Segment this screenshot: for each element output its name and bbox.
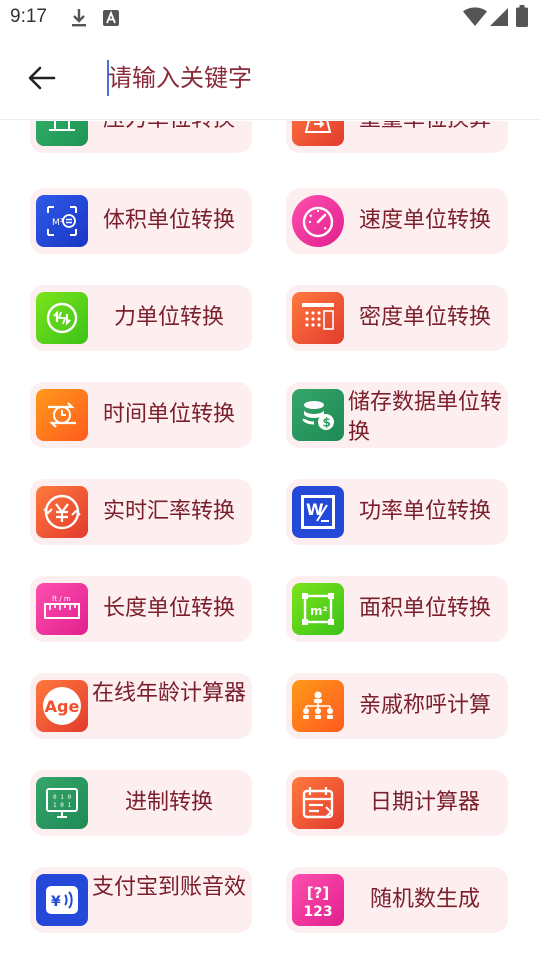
- calendar-icon: [292, 777, 344, 829]
- tool-card-area[interactable]: m² 面积单位转换: [286, 576, 508, 642]
- text-cursor: [107, 60, 109, 96]
- status-time: 9:17: [10, 6, 47, 27]
- tool-card-density[interactable]: 密度单位转换: [286, 285, 508, 351]
- database-coin-icon: $: [292, 389, 344, 441]
- tool-card-relatives[interactable]: 亲戚称呼计算: [286, 673, 508, 739]
- svg-text:ft / m: ft / m: [52, 595, 71, 603]
- tool-card-alipay[interactable]: ¥ 支付宝到账音效: [30, 867, 252, 933]
- status-bar: 9:17: [0, 0, 540, 36]
- tool-label: 随机数生成: [369, 887, 480, 912]
- tool-card-random[interactable]: [?] 123 随机数生成: [286, 867, 508, 933]
- tool-label: 亲戚称呼计算: [358, 693, 491, 718]
- tool-card-weight[interactable]: 重量单位换算: [286, 121, 508, 153]
- force-icon: [36, 292, 88, 344]
- svg-text:1 0 1: 1 0 1: [53, 802, 71, 809]
- tool-label: 储存数据单位转换: [348, 390, 502, 445]
- back-button[interactable]: [20, 58, 64, 98]
- font-a-icon: [103, 10, 119, 30]
- battery-icon: [516, 5, 528, 31]
- svg-text:Age: Age: [45, 697, 80, 716]
- tool-label: 在线年龄计算器: [92, 681, 246, 706]
- tool-card-pressure[interactable]: 压力单位转换: [30, 121, 252, 153]
- tool-label: 体积单位转换: [102, 208, 235, 233]
- tool-label: 日期计算器: [369, 790, 480, 815]
- pressure-gauge-icon: [36, 121, 88, 146]
- tool-card-power[interactable]: W 功率单位转换: [286, 479, 508, 545]
- tool-label: 时间单位转换: [102, 402, 235, 427]
- tool-list[interactable]: 压力单位转换 重量单位换算 M³ 体积单位转换 速度单位转换 力单: [0, 121, 540, 960]
- tool-label: 实时汇率转换: [102, 499, 235, 524]
- svg-text:0 1 0: 0 1 0: [53, 794, 71, 801]
- tool-card-base-convert[interactable]: 0 1 01 0 1 进制转换: [30, 770, 252, 836]
- svg-text:[?]: [?]: [307, 884, 329, 902]
- arrow-left-icon: [28, 66, 56, 90]
- tool-label: 重量单位换算: [348, 121, 502, 153]
- density-grid-icon: [292, 292, 344, 344]
- tool-label: 支付宝到账音效: [92, 875, 246, 900]
- tool-label: 密度单位转换: [358, 305, 491, 330]
- binary-monitor-icon: 0 1 01 0 1: [36, 777, 88, 829]
- tool-label: 面积单位转换: [358, 596, 491, 621]
- clock-exchange-icon: [36, 389, 88, 441]
- svg-text:m²: m²: [310, 604, 328, 618]
- speedometer-icon: [292, 195, 344, 247]
- tool-card-force[interactable]: 力单位转换: [30, 285, 252, 351]
- tool-label: 进制转换: [124, 790, 213, 815]
- random-number-icon: [?] 123: [292, 874, 344, 926]
- tool-card-storage[interactable]: $ 储存数据单位转换: [286, 382, 508, 448]
- tool-label: 速度单位转换: [358, 208, 491, 233]
- weight-scale-icon: [292, 121, 344, 146]
- download-icon: [70, 8, 88, 32]
- svg-text:123: 123: [303, 904, 332, 920]
- wifi-icon: [463, 7, 487, 31]
- tool-card-exchange-rate[interactable]: 实时汇率转换: [30, 479, 252, 545]
- area-square-icon: m²: [292, 583, 344, 635]
- tool-card-age[interactable]: Age 在线年龄计算器: [30, 673, 252, 739]
- signal-icon: [489, 7, 509, 31]
- tool-card-time[interactable]: 时间单位转换: [30, 382, 252, 448]
- tool-label: 压力单位转换: [92, 121, 246, 153]
- age-icon: Age: [36, 680, 88, 732]
- volume-cube-icon: M³: [36, 195, 88, 247]
- alipay-sound-icon: ¥: [36, 874, 88, 926]
- search-input[interactable]: [108, 58, 508, 98]
- tool-card-speed[interactable]: 速度单位转换: [286, 188, 508, 254]
- tool-label: 长度单位转换: [102, 596, 235, 621]
- svg-text:W: W: [306, 500, 324, 519]
- svg-text:¥: ¥: [51, 894, 61, 910]
- ruler-icon: ft / m: [36, 583, 88, 635]
- search-toolbar: [0, 36, 540, 120]
- tool-label: 力单位转换: [113, 305, 224, 330]
- tool-label: 功率单位转换: [358, 499, 491, 524]
- tool-card-date[interactable]: 日期计算器: [286, 770, 508, 836]
- tool-card-length[interactable]: ft / m 长度单位转换: [30, 576, 252, 642]
- family-tree-icon: [292, 680, 344, 732]
- yen-exchange-icon: [36, 486, 88, 538]
- svg-text:$: $: [323, 416, 331, 430]
- tool-card-volume[interactable]: M³ 体积单位转换: [30, 188, 252, 254]
- power-watt-icon: W: [292, 486, 344, 538]
- svg-text:M³: M³: [52, 218, 64, 228]
